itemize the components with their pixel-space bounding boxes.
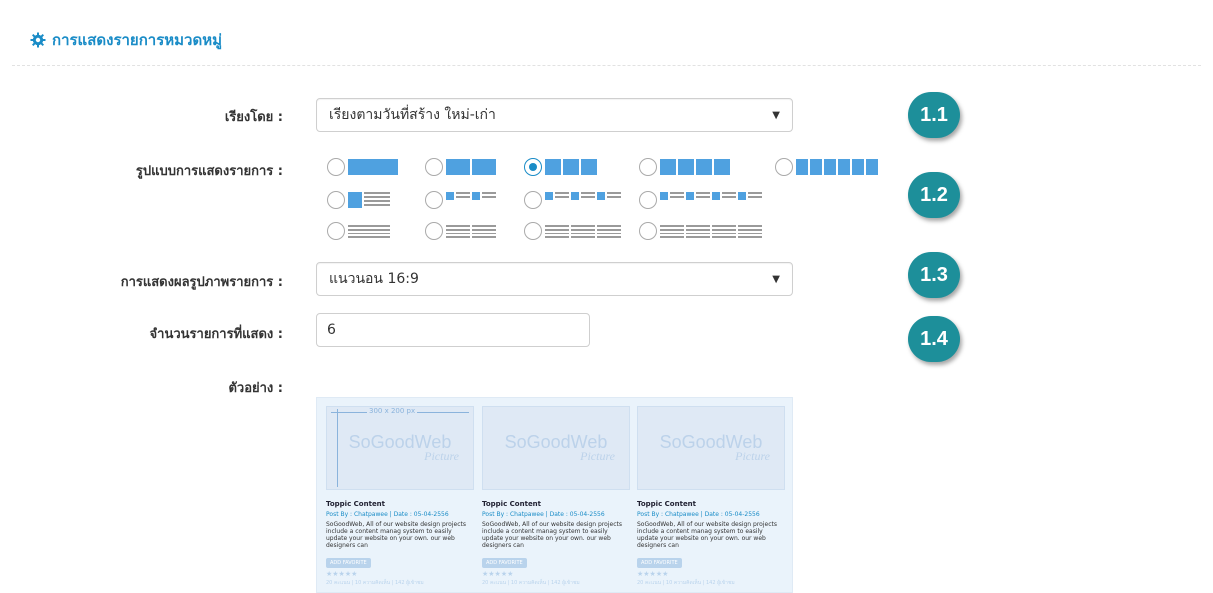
sort-select-value: เรียงตามวันที่สร้าง ใหม่-เก่า: [329, 107, 496, 123]
badge-1-4: 1.4: [908, 316, 960, 362]
gear-icon: [30, 32, 46, 48]
image-display-value: แนวนอน 16:9: [329, 271, 419, 287]
layout-side-image-2[interactable]: [425, 191, 496, 209]
badge-1-3: 1.3: [908, 252, 960, 298]
layout-3-columns[interactable]: [524, 158, 597, 176]
card-desc: SoGoodWeb, All of our website design pro…: [482, 521, 622, 549]
radio[interactable]: [524, 222, 542, 240]
card-meta: Post By : Chatpawee | Date : 05-04-2556: [326, 511, 449, 518]
layout-list[interactable]: [327, 222, 390, 240]
radio[interactable]: [639, 158, 657, 176]
preview-thumbnail: SoGoodWeb Picture: [482, 406, 630, 490]
divider: [12, 65, 1201, 66]
badge-1-1: 1.1: [908, 92, 960, 138]
radio[interactable]: [425, 191, 443, 209]
radio[interactable]: [425, 158, 443, 176]
radio[interactable]: [327, 222, 345, 240]
add-favorite-button: ADD FAVORITE: [326, 558, 371, 568]
radio-selected[interactable]: [524, 158, 542, 176]
layout-list-4[interactable]: [639, 222, 762, 240]
card-footer: 20 คะแนน | 10 ความคิดเห็น | 142 ผู้เข้าช…: [482, 580, 580, 586]
card-footer: 20 คะแนน | 10 ความคิดเห็น | 142 ผู้เข้าช…: [326, 580, 424, 586]
layout-side-image-4[interactable]: [639, 191, 762, 209]
preview-label: ตัวอย่าง :: [228, 381, 283, 396]
preview-card: 300 x 200 px SoGoodWeb Picture Toppic Co…: [326, 406, 474, 587]
card-meta: Post By : Chatpawee | Date : 05-04-2556: [637, 511, 760, 518]
dimension-line-vertical: [337, 409, 338, 487]
radio[interactable]: [327, 158, 345, 176]
caret-down-icon: ▼: [772, 109, 780, 121]
radio[interactable]: [639, 191, 657, 209]
preview-thumbnail: 300 x 200 px SoGoodWeb Picture: [326, 406, 474, 490]
add-favorite-button: ADD FAVORITE: [482, 558, 527, 568]
dimension-label: 300 x 200 px: [367, 407, 418, 415]
layout-1-column[interactable]: [327, 158, 398, 176]
section-title: การแสดงรายการหมวดหมู่: [52, 31, 222, 49]
count-input[interactable]: [316, 313, 590, 347]
preview-card: SoGoodWeb Picture Toppic Content Post By…: [637, 406, 785, 587]
radio[interactable]: [327, 191, 345, 209]
layout-list-3[interactable]: [524, 222, 621, 240]
layout-side-image[interactable]: [327, 191, 390, 209]
card-title: Toppic Content: [326, 500, 386, 508]
add-favorite-button: ADD FAVORITE: [637, 558, 682, 568]
layout-6-columns[interactable]: [775, 158, 878, 176]
card-footer: 20 คะแนน | 10 ความคิดเห็น | 142 ผู้เข้าช…: [637, 580, 735, 586]
rating-stars: ★★★★★: [326, 570, 358, 578]
layout-4-columns[interactable]: [639, 158, 730, 176]
preview-panel: 300 x 200 px SoGoodWeb Picture Toppic Co…: [316, 397, 793, 593]
layout-side-image-3[interactable]: [524, 191, 621, 209]
watermark-sub: Picture: [735, 449, 770, 463]
section-header: การแสดงรายการหมวดหมู่: [30, 28, 222, 52]
rating-stars: ★★★★★: [482, 570, 514, 578]
radio[interactable]: [775, 158, 793, 176]
card-desc: SoGoodWeb, All of our website design pro…: [637, 521, 777, 549]
card-title: Toppic Content: [637, 500, 697, 508]
count-label: จำนวนรายการที่แสดง :: [149, 327, 283, 342]
sort-select[interactable]: เรียงตามวันที่สร้าง ใหม่-เก่า ▼: [316, 98, 793, 132]
sort-label: เรียงโดย :: [224, 110, 283, 125]
radio[interactable]: [639, 222, 657, 240]
image-display-select[interactable]: แนวนอน 16:9 ▼: [316, 262, 793, 296]
layout-label: รูปแบบการแสดงรายการ :: [135, 164, 283, 179]
layout-2-columns[interactable]: [425, 158, 496, 176]
watermark-sub: Picture: [424, 449, 459, 463]
rating-stars: ★★★★★: [637, 570, 669, 578]
radio[interactable]: [425, 222, 443, 240]
card-meta: Post By : Chatpawee | Date : 05-04-2556: [482, 511, 605, 518]
card-title: Toppic Content: [482, 500, 542, 508]
preview-card: SoGoodWeb Picture Toppic Content Post By…: [482, 406, 630, 587]
image-display-label: การแสดงผลรูปภาพรายการ :: [120, 275, 283, 290]
card-desc: SoGoodWeb, All of our website design pro…: [326, 521, 466, 549]
watermark-sub: Picture: [580, 449, 615, 463]
radio[interactable]: [524, 191, 542, 209]
preview-thumbnail: SoGoodWeb Picture: [637, 406, 785, 490]
caret-down-icon: ▼: [772, 273, 780, 285]
layout-list-2[interactable]: [425, 222, 496, 240]
badge-1-2: 1.2: [908, 172, 960, 218]
